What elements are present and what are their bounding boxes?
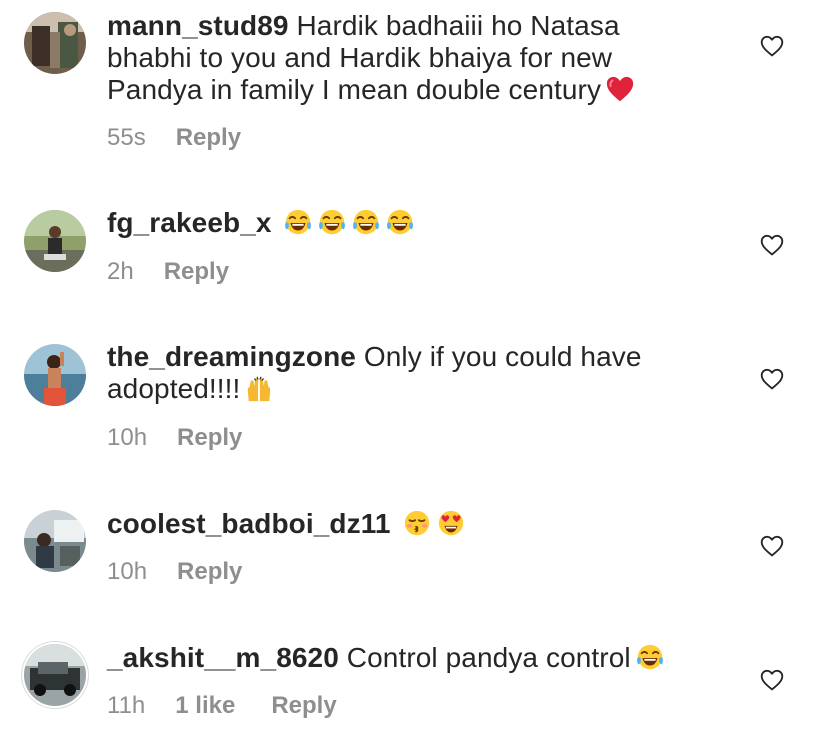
username[interactable]: _akshit__m_8620 <box>107 642 339 673</box>
smiling-face-with-heart-eyes-icon <box>436 508 466 538</box>
face-with-tears-of-joy-icon <box>283 207 313 237</box>
like-heart-icon[interactable] <box>758 667 786 693</box>
username[interactable]: the_dreamingzone <box>107 341 356 372</box>
face-with-tears-of-joy-icon <box>351 207 381 237</box>
like-count[interactable]: 1 like <box>175 692 235 720</box>
timestamp: 10h <box>107 424 148 451</box>
reply-button[interactable]: Reply <box>177 424 242 452</box>
reply-button[interactable]: Reply <box>271 692 336 720</box>
username[interactable]: coolest_badboi_dz11 <box>107 508 391 539</box>
like-heart-icon[interactable] <box>758 232 786 258</box>
comment-body <box>272 207 280 238</box>
comment-meta: 55s Reply <box>107 124 241 152</box>
timestamp: 11h <box>107 692 146 719</box>
timestamp: 10h <box>107 558 148 585</box>
like-heart-icon[interactable] <box>758 33 786 59</box>
red-heart-icon <box>605 74 635 104</box>
username[interactable]: fg_rakeeb_x <box>107 207 272 238</box>
avatar[interactable] <box>24 644 86 706</box>
avatar[interactable] <box>24 12 86 74</box>
avatar[interactable] <box>24 210 86 272</box>
comment-body <box>391 508 399 539</box>
timestamp: 55s <box>107 124 146 151</box>
comment-text: fg_rakeeb_x <box>107 207 667 239</box>
comment-text: mann_stud89 Hardik badhaiii ho Natasa bh… <box>107 10 667 106</box>
timestamp: 2h <box>107 258 134 285</box>
comment-body: Control pandya control <box>338 642 631 673</box>
comment-text: _akshit__m_8620 Control pandya control <box>107 642 667 674</box>
face-with-tears-of-joy-icon <box>385 207 415 237</box>
like-heart-icon[interactable] <box>758 533 786 559</box>
like-heart-icon[interactable] <box>758 366 786 392</box>
reply-button[interactable]: Reply <box>176 124 241 152</box>
face-with-tears-of-joy-icon <box>635 642 665 672</box>
avatar[interactable] <box>24 344 86 406</box>
comment-meta: 11h 1 like Reply <box>107 692 337 720</box>
comment-meta: 10h Reply <box>107 424 242 452</box>
comment-meta: 10h Reply <box>107 558 242 586</box>
comment-text: coolest_badboi_dz11 <box>107 508 667 540</box>
comment-text: the_dreamingzone Only if you could have … <box>107 341 667 405</box>
comment-meta: 2h Reply <box>107 258 229 286</box>
face-with-tears-of-joy-icon <box>317 207 347 237</box>
reply-button[interactable]: Reply <box>164 258 229 286</box>
reply-button[interactable]: Reply <box>177 558 242 586</box>
username[interactable]: mann_stud89 <box>107 10 289 41</box>
avatar[interactable] <box>24 510 86 572</box>
raising-hands-icon <box>244 373 274 403</box>
kissing-face-with-closed-eyes-icon <box>402 508 432 538</box>
